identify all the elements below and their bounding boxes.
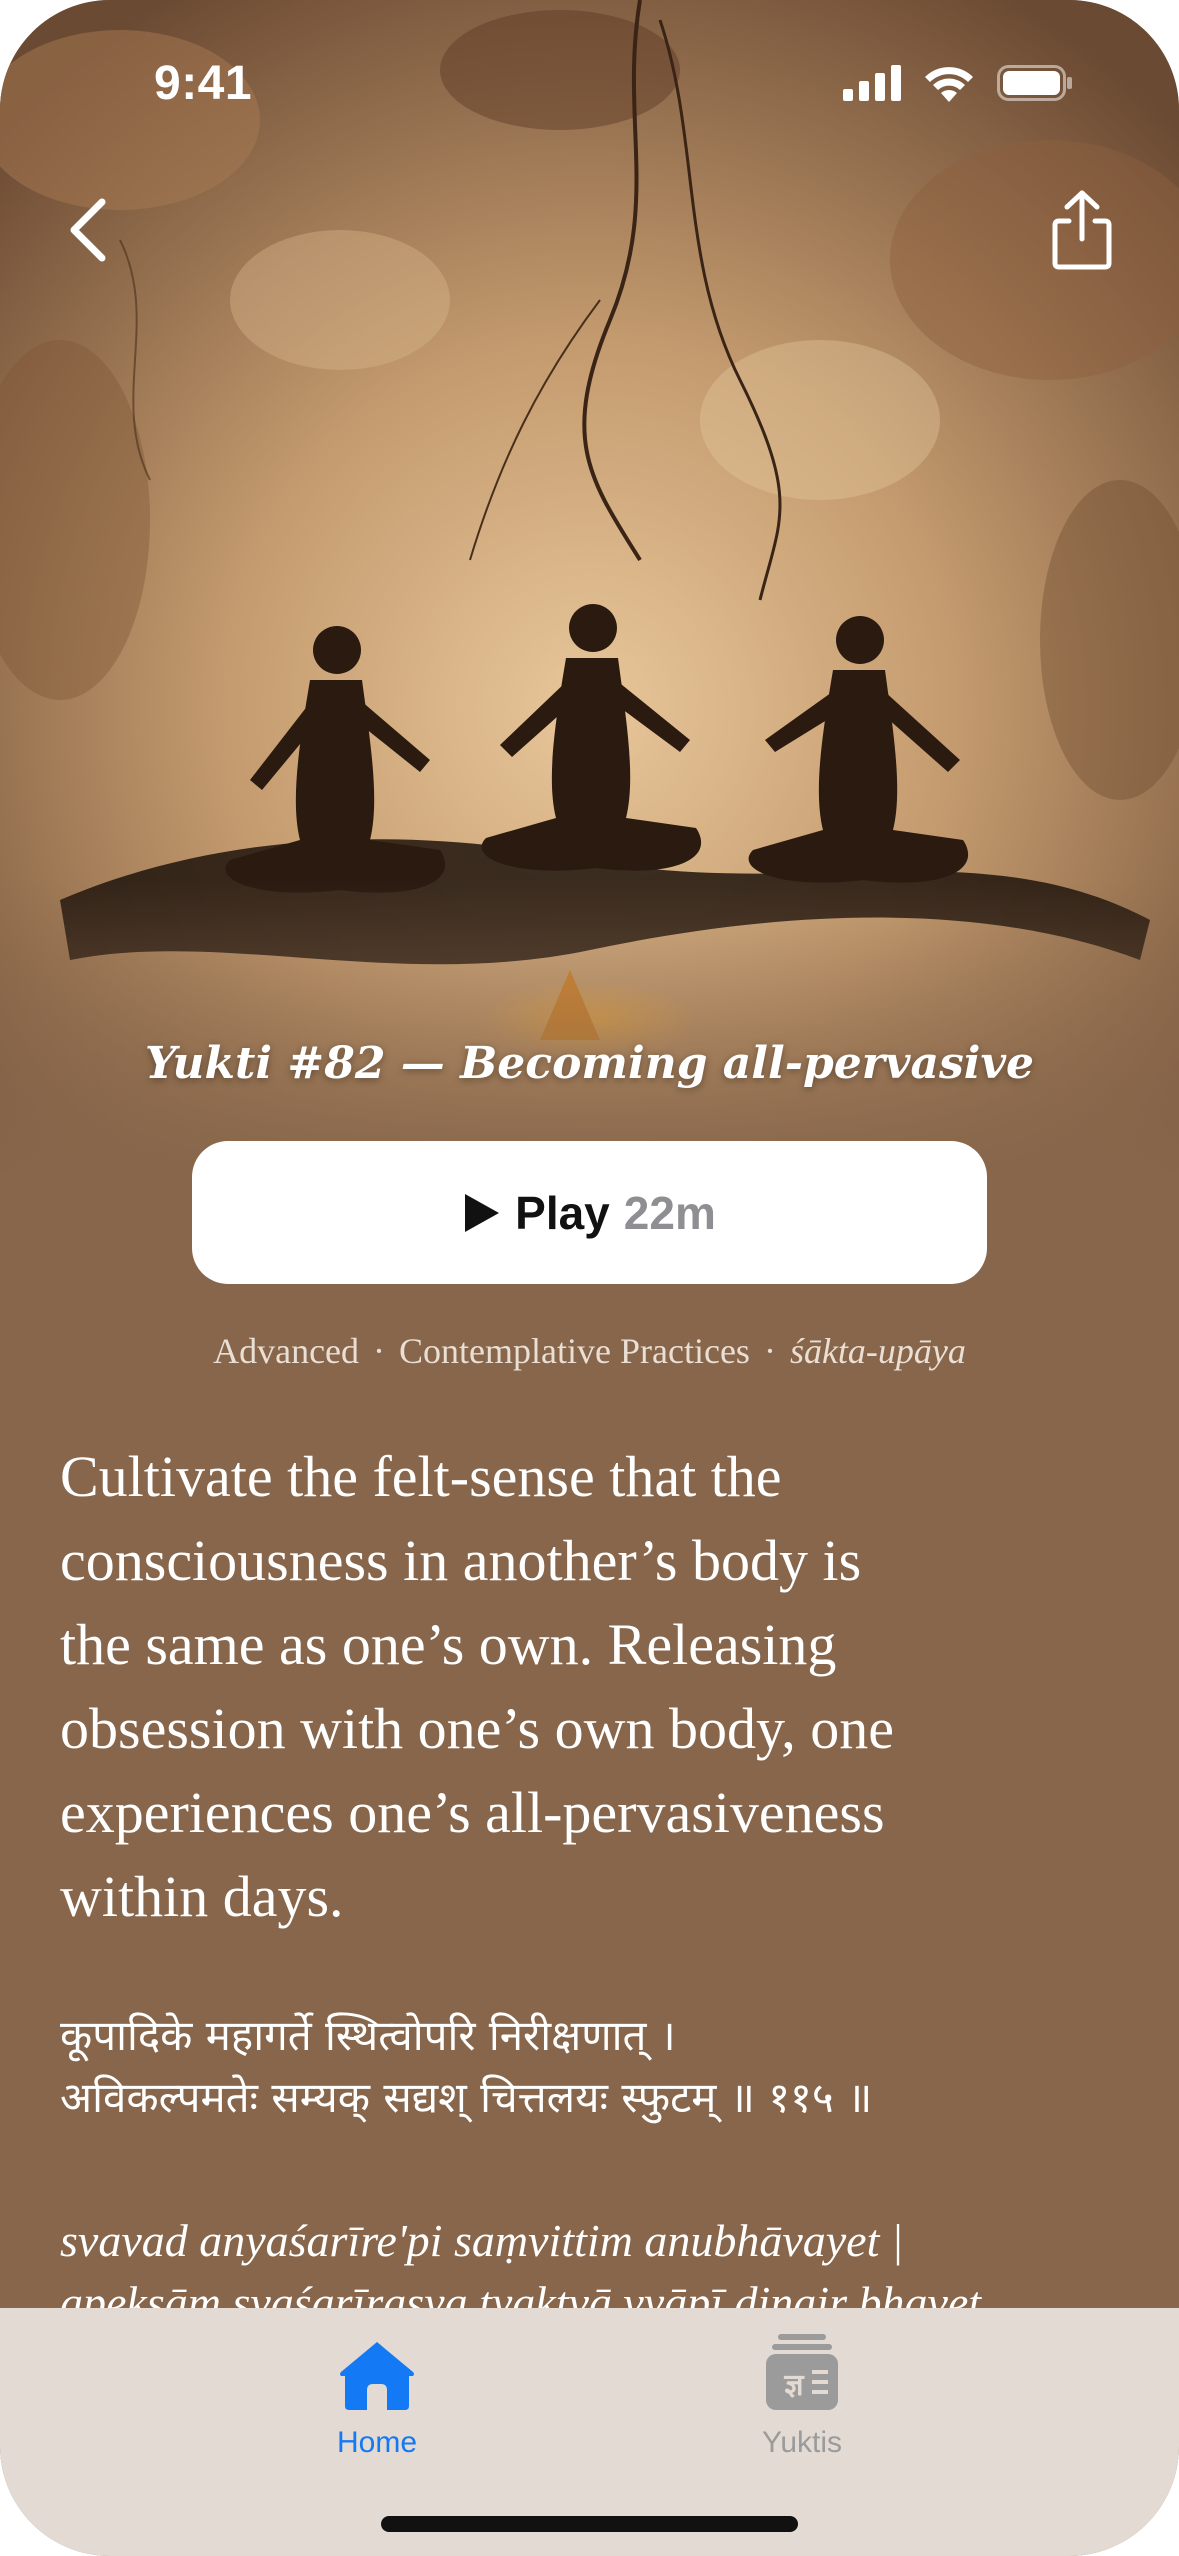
phone-screen: 9:41 Yukti #82 — Becoming all-pervasive … (0, 0, 1179, 2556)
tab-yuktis-label: Yuktis (761, 2426, 843, 2459)
hero-artwork (0, 0, 1179, 1180)
upaya-label: śākta-upāya (789, 1331, 966, 1371)
signal-icon (843, 65, 901, 101)
description-line: the same as one’s own. Releasing (60, 1612, 837, 1677)
chevron-left-icon (70, 198, 106, 262)
wifi-icon (925, 67, 973, 102)
house-icon (340, 2342, 414, 2410)
status-time: 9:41 (154, 57, 253, 110)
tab-home-label: Home (336, 2426, 418, 2459)
description-line: experiences one’s all-pervasiveness (60, 1780, 885, 1845)
sanskrit-verse: कूपादिके महागर्ते स्थित्वोपरि निरीक्षणात… (60, 2005, 1140, 2129)
play-icon (465, 1193, 500, 1232)
category-label: Contemplative Practices (399, 1331, 750, 1371)
status-bar: 9:41 (0, 0, 1179, 170)
transliteration-line: svavad anyaśarīre'pi saṃvittim anubhāvay… (60, 2215, 904, 2266)
play-label: Play (515, 1186, 610, 1239)
practice-description: Cultivate the felt-sense that the consci… (60, 1435, 1130, 1939)
tab-yuktis[interactable]: ज्ञ Yuktis (702, 2328, 902, 2460)
description-line: Cultivate the felt-sense that the (60, 1444, 782, 1509)
practice-meta: Advanced · Contemplative Practices · śākta-u… (213, 1331, 966, 1371)
yuktis-glyph: ज्ञ (783, 2368, 805, 2403)
home-indicator[interactable] (381, 2516, 798, 2532)
description-line: consciousness in another’s body is (60, 1528, 862, 1593)
level-label: Advanced (213, 1331, 360, 1371)
description-line: obsession with one’s own body, one (60, 1696, 894, 1761)
description-line: within days. (60, 1864, 344, 1929)
sanskrit-line: कूपादिके महागर्ते स्थित्वोपरि निरीक्षणात… (60, 2011, 676, 2060)
system-icons (843, 64, 1073, 102)
sanskrit-line: अविकल्पमतेः सम्यक् सद्यश् चित्तलयः स्फुट… (60, 2073, 873, 2122)
back-button[interactable] (52, 190, 132, 270)
share-button[interactable] (1037, 185, 1127, 275)
book-stack-icon: ज्ञ (766, 2334, 838, 2410)
battery-icon (997, 65, 1072, 101)
share-icon (1052, 190, 1112, 270)
tab-home[interactable]: Home (277, 2328, 477, 2460)
play-duration: 22m (623, 1186, 716, 1239)
practice-title: Yukti #82 — Becoming all-pervasive (144, 1038, 1035, 1089)
play-button[interactable]: Play 22m (192, 1141, 987, 1284)
